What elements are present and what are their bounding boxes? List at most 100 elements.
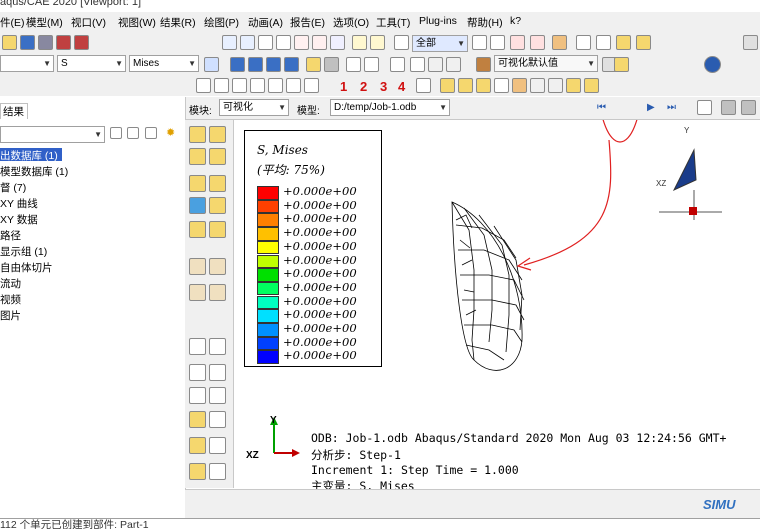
animate-scale-icon[interactable] [189, 258, 206, 275]
view-default-select[interactable]: 可视化默认值 ▼ [494, 55, 598, 72]
print-viewport-icon[interactable] [741, 100, 756, 115]
menu-report[interactable]: 报告(E) [290, 15, 325, 30]
create-path-icon[interactable] [189, 364, 206, 381]
query-icon[interactable] [494, 78, 509, 93]
shape-2-icon[interactable] [458, 78, 473, 93]
view-right-icon[interactable] [286, 78, 301, 93]
auto-fit-icon[interactable] [312, 35, 327, 50]
layer-2-icon[interactable] [584, 78, 599, 93]
overlay-icon[interactable] [428, 57, 443, 72]
menu-help[interactable]: 帮助(H) [467, 15, 503, 30]
common-options-icon[interactable] [189, 197, 206, 214]
filter-icon[interactable] [145, 127, 157, 139]
display-options-icon[interactable] [446, 57, 461, 72]
view-2-button[interactable]: 2 [360, 79, 367, 94]
wireframe-icon[interactable] [576, 35, 591, 50]
plot-deformed-icon[interactable] [209, 126, 226, 143]
ruler-icon[interactable] [324, 57, 339, 72]
shape-1-icon[interactable] [440, 78, 455, 93]
xy-data-manager-icon[interactable] [209, 338, 226, 355]
model-select[interactable]: D:/temp/Job-1.odb ▼ [330, 99, 450, 116]
field-category-select[interactable]: S ▼ [57, 55, 126, 72]
filled-icon[interactable] [616, 35, 631, 50]
menu-model[interactable]: 模型(M) [26, 15, 63, 30]
tool-icon[interactable] [512, 78, 527, 93]
select-region-icon[interactable] [510, 35, 525, 50]
select-box-icon[interactable] [490, 35, 505, 50]
render-style-4-icon[interactable] [284, 57, 299, 72]
play-icon[interactable]: ▶ [647, 101, 662, 116]
animation-options-icon[interactable] [209, 284, 226, 301]
render-icon[interactable] [370, 35, 385, 50]
view-front-icon[interactable] [196, 78, 211, 93]
query-toolbox-icon[interactable] [189, 411, 206, 428]
select-nodes-icon[interactable] [530, 35, 545, 50]
tree-item-free-body-cuts[interactable]: 自由体切片 [0, 260, 53, 275]
tree-item-movies[interactable]: 视频 [0, 292, 21, 307]
refresh-icon[interactable] [204, 57, 219, 72]
field-invariant-select[interactable]: Mises ▼ [129, 55, 199, 72]
tree-item-streams[interactable]: 流动 [0, 276, 21, 291]
plot-symbols-icon[interactable] [189, 175, 206, 192]
orientation-options-icon[interactable] [209, 221, 226, 238]
view-back-icon[interactable] [214, 78, 229, 93]
render-style-2-icon[interactable] [248, 57, 263, 72]
tree-item-xy-curves[interactable]: XY 曲线 [0, 196, 38, 211]
menu-plot[interactable]: 绘图(P) [204, 15, 239, 30]
tree-item-display-groups[interactable]: 显示组 (1) [0, 244, 47, 259]
selection-filter-select[interactable]: 全部 ▼ [412, 35, 468, 52]
tree-item-sessions[interactable]: 督 (7) [0, 180, 26, 195]
pan-icon[interactable] [222, 35, 237, 50]
stream-icon[interactable] [209, 411, 226, 428]
menu-tools[interactable]: 工具(T) [376, 15, 410, 30]
shaded-icon[interactable] [636, 35, 651, 50]
create-field-output-icon[interactable] [189, 387, 206, 404]
animate-harmonic-icon[interactable] [189, 284, 206, 301]
menu-whats-this[interactable]: k? [510, 15, 521, 27]
lightbulb-icon[interactable]: ✹ [166, 127, 178, 139]
save-icon[interactable] [20, 35, 35, 50]
menu-animate[interactable]: 动画(A) [248, 15, 283, 30]
stack-icon[interactable] [352, 35, 367, 50]
view-iso-icon[interactable] [304, 78, 319, 93]
box-icon[interactable] [552, 35, 567, 50]
expand-icon[interactable] [110, 127, 122, 139]
create-xy-data-icon[interactable] [189, 338, 206, 355]
tab-results[interactable]: 结果 [0, 103, 28, 119]
path-manager-icon[interactable] [209, 364, 226, 381]
palette-icon[interactable] [476, 57, 491, 72]
render-style-1-icon[interactable] [230, 57, 245, 72]
text-annotation-icon[interactable] [390, 57, 405, 72]
box-zoom-icon[interactable] [294, 35, 309, 50]
view-3-button[interactable]: 3 [380, 79, 387, 94]
menu-viewport[interactable]: 视口(V) [71, 15, 106, 30]
display-group-manager-icon[interactable] [209, 437, 226, 454]
camera-icon[interactable] [306, 57, 321, 72]
viewcut-icon[interactable] [209, 463, 226, 480]
redo-icon[interactable] [548, 78, 563, 93]
hidden-line-icon[interactable] [596, 35, 611, 50]
animate-time-icon[interactable] [209, 258, 226, 275]
render-style-3-icon[interactable] [266, 57, 281, 72]
shape-3-icon[interactable] [476, 78, 491, 93]
menu-view[interactable]: 视图(W) [118, 15, 156, 30]
open-icon[interactable] [2, 35, 17, 50]
view-bottom-icon[interactable] [250, 78, 265, 93]
zoom-icon[interactable] [276, 35, 291, 50]
free-body-icon[interactable] [189, 463, 206, 480]
plot-contours-icon[interactable] [189, 148, 206, 165]
last-frame-icon[interactable]: ⏭ [667, 101, 682, 116]
display-group-icon[interactable] [189, 437, 206, 454]
view-1-button[interactable]: 1 [340, 79, 347, 94]
menu-plugins[interactable]: Plug-ins [419, 15, 457, 27]
view-top-icon[interactable] [232, 78, 247, 93]
layer-1-icon[interactable] [566, 78, 581, 93]
select-from-list-icon[interactable] [472, 35, 487, 50]
line-annotation-icon[interactable] [410, 57, 425, 72]
plot-contours-def-icon[interactable] [209, 148, 226, 165]
select-cursor-icon[interactable] [394, 35, 409, 50]
tree-item-paths[interactable]: 路径 [0, 228, 21, 243]
print-icon[interactable] [38, 35, 53, 50]
tree-filter-select[interactable]: ▼ [0, 126, 105, 143]
collapse-icon[interactable] [127, 127, 139, 139]
